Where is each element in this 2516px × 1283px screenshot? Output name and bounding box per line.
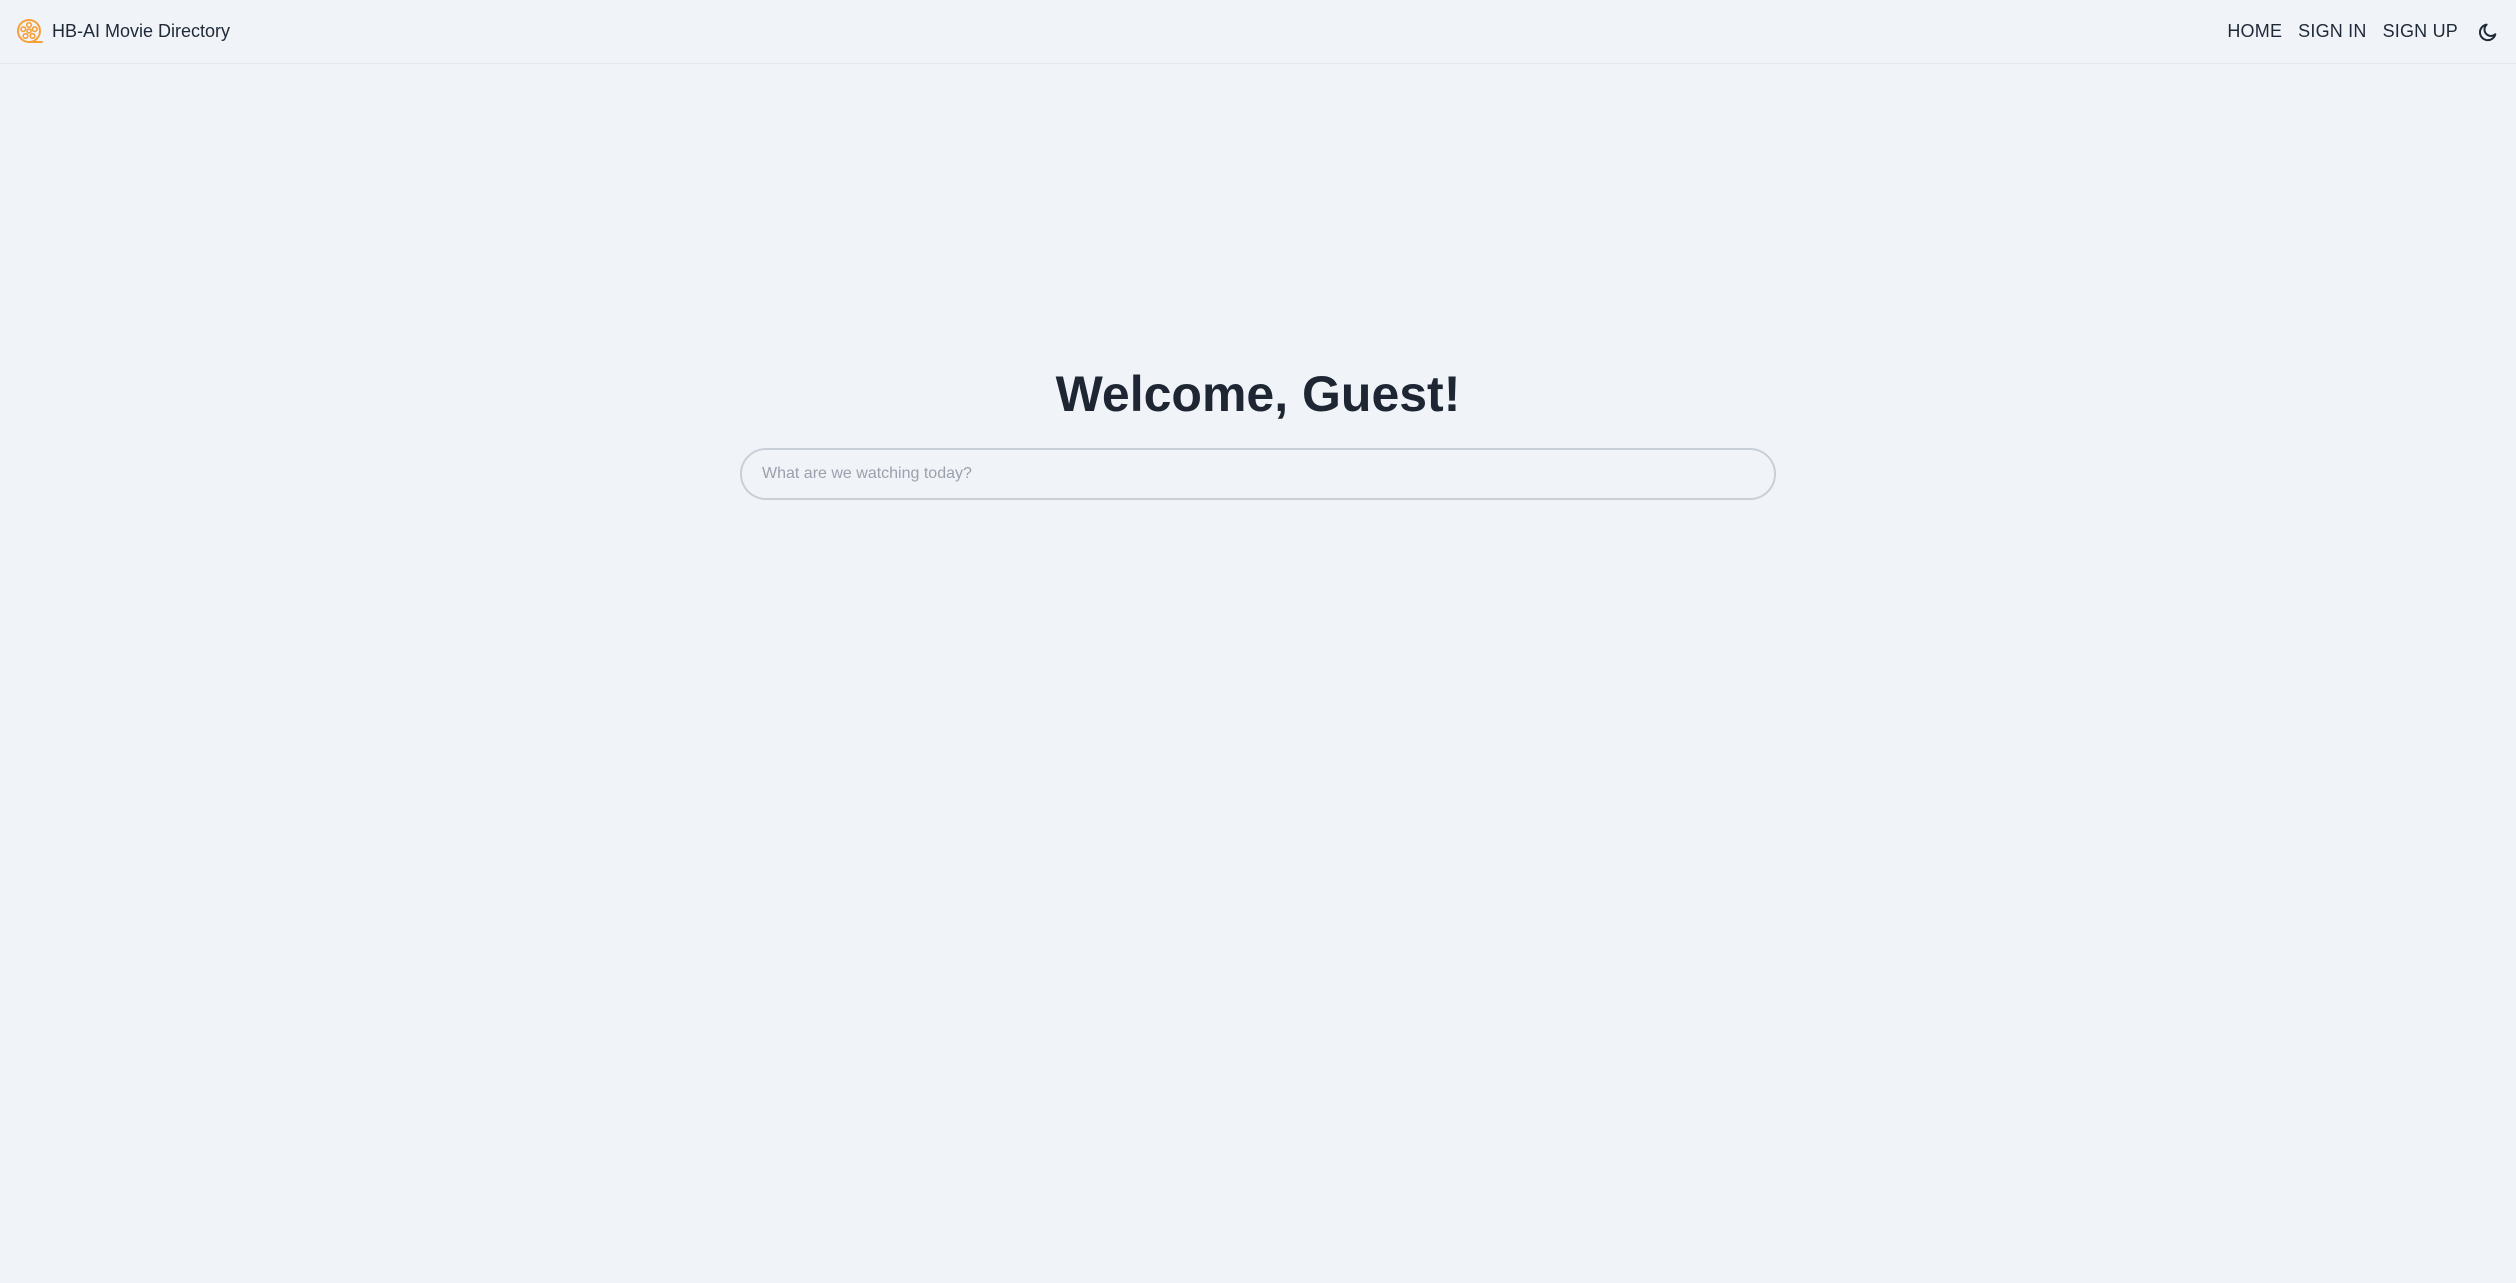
search-input[interactable] [760,464,1756,484]
hero-section: Welcome, Guest! [0,360,2516,500]
film-reel-icon [16,18,44,46]
nav-home-link[interactable]: HOME [2219,21,2290,42]
welcome-heading: Welcome, Guest! [1055,366,1461,422]
search-box[interactable] [740,448,1776,500]
nav-sign-up-link[interactable]: SIGN UP [2375,21,2466,42]
nav-sign-in-link[interactable]: SIGN IN [2290,21,2374,42]
nav-links: HOME SIGN IN SIGN UP [2219,20,2500,44]
moon-icon [2478,23,2497,41]
theme-toggle-button[interactable] [2476,20,2500,44]
top-navbar: HB-AI Movie Directory HOME SIGN IN SIGN … [0,0,2516,64]
brand-link[interactable]: HB-AI Movie Directory [16,18,230,46]
brand-name: HB-AI Movie Directory [52,21,231,41]
